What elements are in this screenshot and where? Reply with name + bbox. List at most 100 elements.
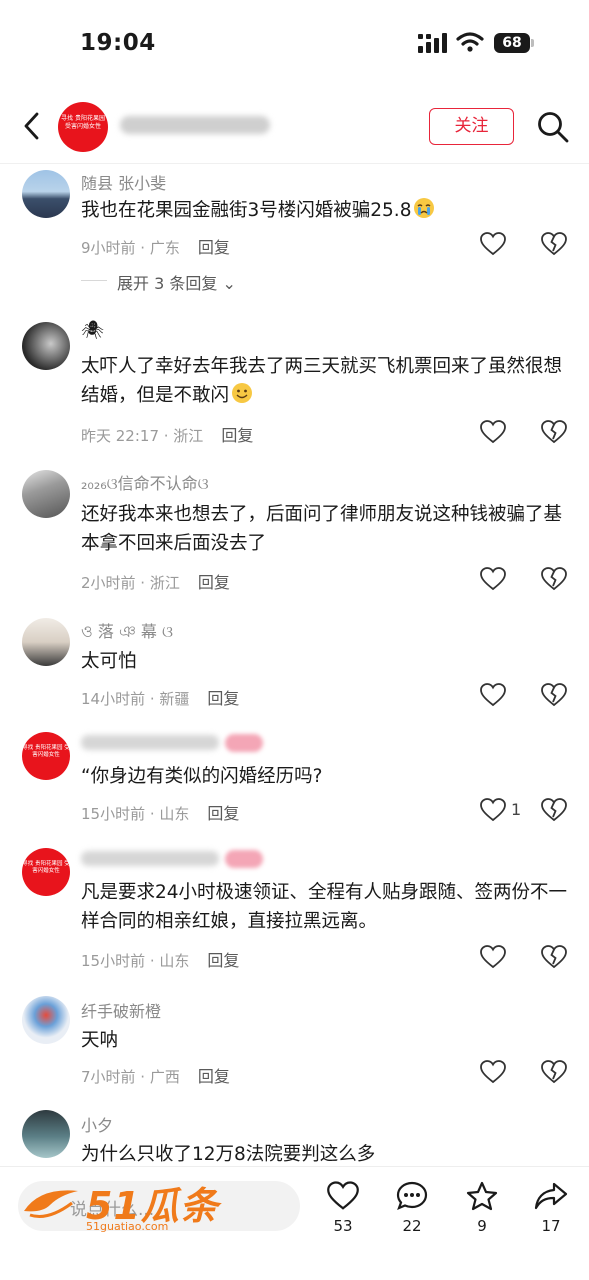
search-icon[interactable] bbox=[536, 110, 570, 144]
watermark-url: 51guatiao.com bbox=[86, 1220, 169, 1233]
watermark: 51瓜条 51guatiao.com bbox=[20, 1175, 220, 1235]
status-bar: 19:04 68 bbox=[0, 0, 589, 88]
comment-time: 9小时前 · 广东 bbox=[81, 239, 180, 257]
comment-meta: 9小时前 · 广东 回复 bbox=[81, 234, 230, 258]
heart-icon bbox=[480, 798, 506, 822]
comment-username-blurred[interactable] bbox=[81, 848, 263, 868]
avatar[interactable] bbox=[22, 170, 70, 218]
heart-icon bbox=[480, 945, 506, 969]
comment-username-blurred[interactable] bbox=[81, 732, 263, 752]
comment-text: 凡是要求24小时极速领证、全程有人贴身跟随、签两份不一样合同的相亲红娘，直接拉黑… bbox=[81, 882, 568, 932]
heart-icon bbox=[480, 567, 506, 591]
status-time: 19:04 bbox=[80, 30, 156, 56]
battery-level: 68 bbox=[494, 33, 530, 53]
heart-icon bbox=[480, 420, 506, 444]
favorite-post-button[interactable]: 9 bbox=[457, 1181, 507, 1235]
comment-text: 还好我本来也想去了，后面问了律师朋友说这种钱被骗了基本拿不回来后面没去了 bbox=[81, 504, 563, 554]
heart-icon bbox=[480, 683, 506, 707]
wifi-icon bbox=[456, 32, 484, 52]
broken-heart-icon bbox=[541, 798, 567, 822]
comment-post-button[interactable]: 22 bbox=[387, 1181, 437, 1235]
expand-replies-button[interactable]: 展开 3 条回复 ⌄ bbox=[117, 270, 236, 294]
comment-count: 22 bbox=[402, 1217, 422, 1235]
comment-username[interactable]: ₂₀₂₆ଓ信命不认命ଓ bbox=[81, 470, 209, 494]
avatar[interactable] bbox=[22, 1110, 70, 1158]
avatar[interactable] bbox=[22, 470, 70, 518]
reply-button[interactable]: 回复 bbox=[207, 804, 239, 823]
comment-username[interactable]: 随县 张小斐 bbox=[81, 170, 166, 194]
comment-text: 太吓人了幸好去年我去了两三天就买飞机票回来了虽然很想结婚，但是不敢闪 bbox=[81, 356, 563, 406]
follow-button[interactable]: 关注 bbox=[429, 108, 514, 145]
comment-text: 我也在花果园金融街3号楼闪婚被骗25.8 bbox=[81, 196, 571, 225]
dislike-button[interactable] bbox=[541, 567, 569, 593]
like-button[interactable] bbox=[480, 683, 524, 709]
like-count: 53 bbox=[333, 1217, 353, 1235]
heart-icon bbox=[480, 232, 506, 256]
comment-username[interactable]: 纤手破新橙 bbox=[81, 998, 161, 1022]
reply-button[interactable]: 回复 bbox=[198, 238, 230, 257]
comment-text: 为什么只收了12万8法院要判这么多 bbox=[81, 1144, 376, 1165]
top-nav: 寻找 贵阳花果园 受害闪婚女性 关注 bbox=[0, 88, 589, 164]
heart-icon bbox=[327, 1181, 359, 1210]
reply-button[interactable]: 回复 bbox=[207, 689, 239, 708]
dislike-button[interactable] bbox=[541, 683, 569, 709]
avatar[interactable] bbox=[22, 618, 70, 666]
avatar[interactable]: 寻找 贵阳花果园 受害闪婚女性 bbox=[22, 848, 70, 896]
favorite-count: 9 bbox=[477, 1217, 487, 1235]
broken-heart-icon bbox=[541, 1060, 567, 1084]
comment-icon bbox=[396, 1181, 428, 1210]
like-post-button[interactable]: 53 bbox=[318, 1181, 368, 1235]
broken-heart-icon bbox=[541, 232, 567, 256]
comment-text: 天呐 bbox=[81, 1030, 119, 1051]
heart-icon bbox=[480, 1060, 506, 1084]
comment-meta: 7小时前 · 广西 回复 bbox=[81, 1063, 230, 1087]
avatar[interactable]: 寻找 贵阳花果园 受害闪婚女性 bbox=[22, 732, 70, 780]
watermark-logo-icon bbox=[24, 1190, 78, 1218]
comment-meta: 2小时前 · 浙江 回复 bbox=[81, 569, 230, 593]
chevron-down-icon: ⌄ bbox=[222, 274, 236, 293]
reply-button[interactable]: 回复 bbox=[198, 573, 230, 592]
like-button[interactable] bbox=[480, 1060, 524, 1086]
reply-button[interactable]: 回复 bbox=[198, 1067, 230, 1086]
comment-time: 7小时前 · 广西 bbox=[81, 1068, 180, 1086]
comment-meta: 14小时前 · 新疆 回复 bbox=[81, 685, 239, 709]
like-button[interactable] bbox=[480, 567, 524, 593]
like-button[interactable] bbox=[480, 232, 524, 258]
crying-emoji-icon bbox=[414, 198, 435, 218]
comment-time: 14小时前 · 新疆 bbox=[81, 690, 190, 708]
like-button[interactable]: 1 bbox=[480, 798, 524, 824]
reply-button[interactable]: 回复 bbox=[207, 951, 239, 970]
comment-time: 15小时前 · 山东 bbox=[81, 952, 190, 970]
comment-text: 太可怕 bbox=[81, 651, 137, 672]
author-avatar[interactable]: 寻找 贵阳花果园 受害闪婚女性 bbox=[58, 102, 108, 152]
cellular-signal-icon bbox=[418, 33, 447, 53]
spider-icon: 🕷 bbox=[81, 320, 104, 341]
dislike-button[interactable] bbox=[541, 945, 569, 971]
star-icon bbox=[466, 1181, 498, 1211]
like-button[interactable] bbox=[480, 420, 524, 446]
dislike-button[interactable] bbox=[541, 420, 569, 446]
smile-emoji-icon bbox=[232, 383, 253, 403]
dislike-button[interactable] bbox=[541, 232, 569, 258]
dislike-button[interactable] bbox=[541, 1060, 569, 1086]
comment-username[interactable]: ও 落 ঞ 幕 ଓ bbox=[81, 618, 173, 646]
comment-username[interactable]: 🕷 bbox=[81, 320, 104, 341]
comment-time: 15小时前 · 山东 bbox=[81, 805, 190, 823]
broken-heart-icon bbox=[541, 683, 567, 707]
comment-text: “你身边有类似的闪婚经历吗? bbox=[81, 766, 323, 787]
share-post-button[interactable]: 17 bbox=[526, 1181, 576, 1235]
comment-username[interactable]: 小夕 bbox=[81, 1112, 113, 1136]
dislike-button[interactable] bbox=[541, 798, 569, 824]
comment-time: 昨天 22:17 · 浙江 bbox=[81, 427, 204, 445]
avatar[interactable] bbox=[22, 322, 70, 370]
comment-meta: 15小时前 · 山东 回复 bbox=[81, 800, 239, 824]
bottom-action-bar: 说点什么... 51瓜条 51guatiao.com 53 22 9 17 bbox=[0, 1166, 589, 1280]
avatar[interactable] bbox=[22, 996, 70, 1044]
author-name-blurred[interactable] bbox=[120, 116, 270, 134]
share-icon bbox=[534, 1182, 568, 1210]
broken-heart-icon bbox=[541, 945, 567, 969]
back-icon[interactable] bbox=[18, 110, 46, 142]
reply-button[interactable]: 回复 bbox=[221, 426, 253, 445]
like-button[interactable] bbox=[480, 945, 524, 971]
comment-time: 2小时前 · 浙江 bbox=[81, 574, 180, 592]
